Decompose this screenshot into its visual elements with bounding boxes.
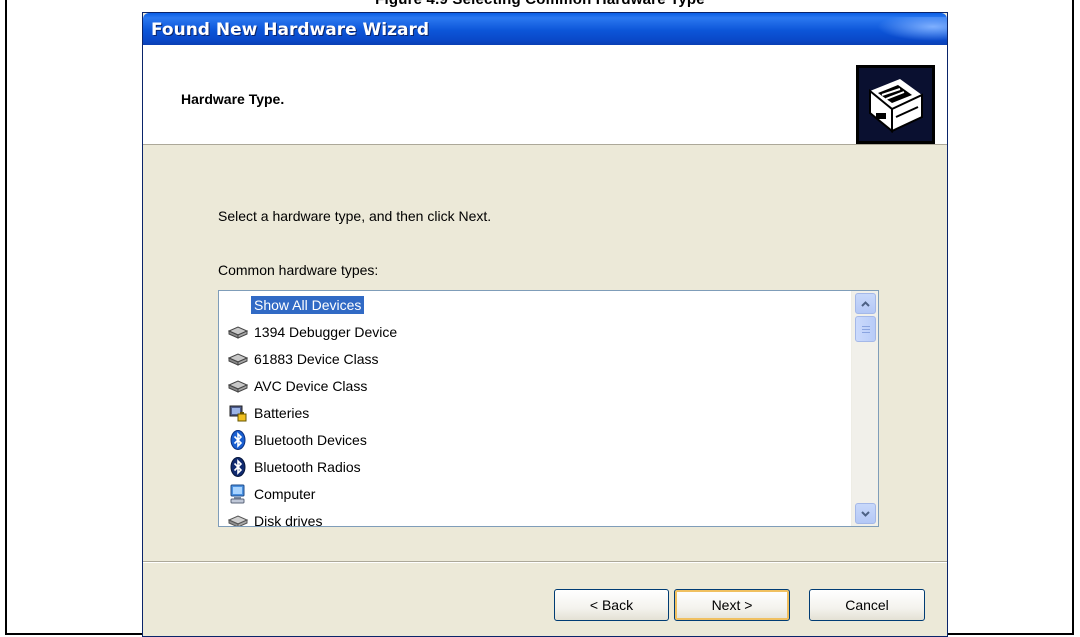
computer-icon [227, 483, 249, 505]
figure-caption: Figure 4.9 Selecting Common Hardware Typ… [0, 0, 1080, 8]
instruction-text: Select a hardware type, and then click N… [218, 208, 492, 224]
next-button[interactable]: Next > [674, 589, 790, 621]
vertical-scrollbar[interactable] [851, 291, 878, 526]
list-item-label: AVC Device Class [254, 378, 368, 394]
cancel-button[interactable]: Cancel [809, 589, 925, 621]
bluetooth-icon [227, 429, 249, 451]
list-item-avc-device-class[interactable]: AVC Device Class [227, 374, 827, 398]
list-item-computer[interactable]: Computer [227, 482, 827, 506]
list-item-label: Disk drives [254, 513, 323, 527]
wizard-window: Found New Hardware Wizard Hardware Type.… [142, 12, 948, 637]
list-item-label: Batteries [254, 405, 310, 421]
battery-icon [227, 402, 249, 424]
scroll-down-button[interactable] [855, 503, 876, 524]
wizard-header: Hardware Type. [143, 45, 947, 145]
wizard-content: Select a hardware type, and then click N… [143, 146, 947, 560]
list-item-label: 61883 Device Class [254, 351, 379, 367]
device-icon [227, 375, 249, 397]
list-item-label: Show All Devices [251, 296, 365, 314]
list-item-label: Bluetooth Radios [254, 459, 361, 475]
list-item-disk-drives[interactable]: Disk drives [227, 509, 827, 527]
hardware-icon [856, 65, 935, 144]
bluetooth-icon [227, 456, 249, 478]
list-item-label: Computer [254, 486, 316, 502]
chevron-down-icon [861, 510, 870, 517]
window-title: Found New Hardware Wizard [151, 20, 430, 40]
footer-divider [143, 561, 947, 563]
disk-drive-icon [227, 510, 249, 526]
list-item-label: 1394 Debugger Device [254, 324, 398, 340]
list-item-batteries[interactable]: Batteries [227, 401, 827, 425]
hardware-list-items: Show All Devices 1394 Debugger Device 61… [219, 291, 851, 526]
list-item-bluetooth-devices[interactable]: Bluetooth Devices [227, 428, 827, 452]
list-item-1394-debugger[interactable]: 1394 Debugger Device [227, 320, 827, 344]
list-item-label: Bluetooth Devices [254, 432, 367, 448]
back-button[interactable]: < Back [554, 589, 669, 621]
hardware-list-label: Common hardware types: [218, 262, 379, 278]
list-item-show-all-devices[interactable]: Show All Devices [227, 293, 827, 317]
title-bar-glow [877, 17, 947, 41]
title-bar[interactable]: Found New Hardware Wizard [143, 13, 947, 45]
blank-icon [227, 294, 249, 316]
chevron-up-icon [861, 300, 870, 307]
device-icon [227, 321, 249, 343]
header-title: Hardware Type. [181, 91, 285, 107]
scroll-up-button[interactable] [855, 293, 876, 314]
list-item-bluetooth-radios[interactable]: Bluetooth Radios [227, 455, 827, 479]
hardware-type-listbox[interactable]: Show All Devices 1394 Debugger Device 61… [218, 290, 879, 527]
device-icon [227, 348, 249, 370]
scroll-thumb[interactable] [855, 316, 876, 342]
list-item-61883-device-class[interactable]: 61883 Device Class [227, 347, 827, 371]
